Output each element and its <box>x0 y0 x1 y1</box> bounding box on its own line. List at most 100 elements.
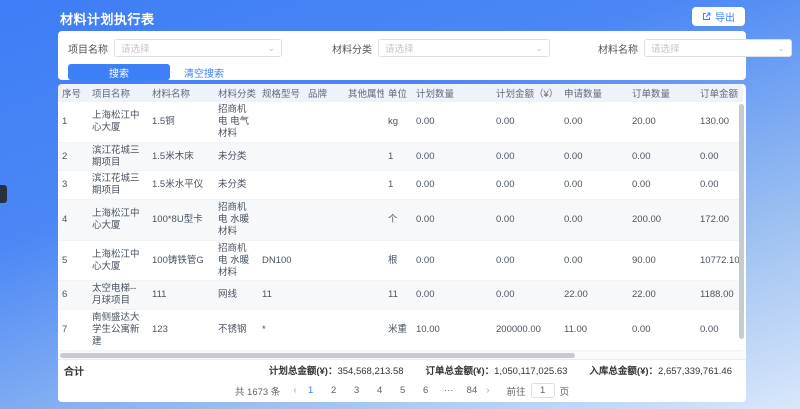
table-cell <box>344 281 384 310</box>
horizontal-scrollbar[interactable] <box>60 353 575 358</box>
table-cell: 22.00 <box>560 281 628 310</box>
table-cell: 6 <box>58 281 88 310</box>
table-cell: 10.00 <box>412 310 492 351</box>
project-name-placeholder: 请选择 <box>121 41 150 55</box>
sidebar-collapse-handle[interactable] <box>0 185 7 203</box>
column-header: 单位 <box>384 84 412 102</box>
clear-search-link[interactable]: 清空搜索 <box>184 65 224 80</box>
page-button[interactable]: 4 <box>375 385 385 396</box>
table-cell: 1 <box>58 102 88 142</box>
vertical-scrollbar[interactable] <box>739 104 744 339</box>
material-category-select[interactable]: 请选择 ⌄ <box>378 39 550 57</box>
project-name-select[interactable]: 请选择 ⌄ <box>114 39 282 57</box>
goto-label: 前往 <box>507 384 526 398</box>
table-cell: 个 <box>384 200 412 241</box>
table-cell: 0.00 <box>492 281 560 310</box>
table-cell <box>258 142 304 171</box>
column-header: 计划数量 <box>412 84 492 102</box>
table-cell: 130.00 <box>696 102 743 142</box>
table-cell: 5 <box>58 240 88 281</box>
summary-row: 合计 计划总金额(¥)：354,568,213.58订单总金额(¥)：1,050… <box>58 359 746 380</box>
goto-page-input[interactable] <box>531 383 555 398</box>
column-header: 规格型号 <box>258 84 304 102</box>
table-cell: 0.00 <box>696 310 743 351</box>
table-cell: 0.00 <box>560 240 628 281</box>
table-cell: 上海松江中心大厦 <box>88 200 148 241</box>
column-header: 其他属性 <box>344 84 384 102</box>
table-row: 2滨江花城三期项目1.5米木床未分类10.000.000.000.000.00 <box>58 142 743 171</box>
filter-material-label: 材料名称 <box>598 41 638 56</box>
table-cell: 0.00 <box>412 240 492 281</box>
table-cell: 100铸铁管G <box>148 240 214 281</box>
table-row: 5上海松江中心大厦100铸铁管G招商机电 水暖材料DN100根0.000.000… <box>58 240 743 281</box>
table-cell: 90.00 <box>628 240 696 281</box>
materials-table: 序号项目名称材料名称材料分类规格型号品牌其他属性单位计划数量计划金额（¥）申请数… <box>58 84 743 352</box>
table-cell: 0.00 <box>492 142 560 171</box>
page-button[interactable]: 6 <box>421 385 431 396</box>
filter-category-label: 材料分类 <box>332 41 372 56</box>
previous-page-button[interactable]: ‹ <box>293 385 296 396</box>
material-name-select[interactable]: 请选择 ⌄ <box>644 39 792 57</box>
more-pages-button[interactable]: ··· <box>444 385 454 396</box>
page-button[interactable]: 2 <box>329 385 339 396</box>
table-cell: 0.00 <box>560 102 628 142</box>
table-cell: 200.00 <box>628 200 696 241</box>
table-cell: 200000.00 <box>492 310 560 351</box>
chevron-down-icon: ⌄ <box>777 44 785 53</box>
table-cell: 0.00 <box>412 200 492 241</box>
export-button[interactable]: 导出 <box>692 7 745 26</box>
table-cell: 10772.10 <box>696 240 743 281</box>
table-cell: 0.00 <box>560 200 628 241</box>
pagination: 共 1673 条 ‹ 1 2 3 4 5 6 ··· 84 › 前往 页 <box>58 380 746 401</box>
table-cell <box>304 200 344 241</box>
table-cell: 上海松江中心大厦 <box>88 240 148 281</box>
table-cell: kg <box>384 102 412 142</box>
table-cell: 南侧盛达大学生公寓新建 <box>88 310 148 351</box>
search-button[interactable]: 搜索 <box>68 64 170 80</box>
material-category-placeholder: 请选择 <box>385 41 414 55</box>
column-header: 材料分类 <box>214 84 258 102</box>
next-page-button[interactable]: › <box>486 385 489 396</box>
table-cell: 未分类 <box>214 142 258 171</box>
table-cell: 招商机电 水暖材料 <box>214 200 258 241</box>
table-cell: 招商机电 电气材料 <box>214 102 258 142</box>
goto-suffix: 页 <box>560 384 570 398</box>
column-header: 序号 <box>58 84 88 102</box>
table-cell: 1.5米木床 <box>148 142 214 171</box>
table-cell: 0.00 <box>492 240 560 281</box>
table-cell: 0.00 <box>696 142 743 171</box>
table-cell: 1 <box>384 171 412 200</box>
column-header: 申请数量 <box>560 84 628 102</box>
table-cell: 1.5铜 <box>148 102 214 142</box>
filter-category: 材料分类 请选择 ⌄ <box>332 39 550 57</box>
chevron-down-icon: ⌄ <box>535 44 543 53</box>
table-cell: 7 <box>58 310 88 351</box>
table-cell: 0.00 <box>492 171 560 200</box>
table-cell: 0.00 <box>492 200 560 241</box>
table-cell <box>304 171 344 200</box>
page-button[interactable]: 1 <box>306 385 316 396</box>
column-header: 项目名称 <box>88 84 148 102</box>
table-cell: 1188.00 <box>696 281 743 310</box>
table-cell <box>304 142 344 171</box>
table-cell: 111 <box>148 281 214 310</box>
page-button[interactable]: 3 <box>352 385 362 396</box>
table-cell: 网线 <box>214 281 258 310</box>
table-row: 6太空电梯--月球项目111网线11110.000.0022.0022.0011… <box>58 281 743 310</box>
column-header: 订单金额（¥） <box>696 84 743 102</box>
filter-project: 项目名称 请选择 ⌄ <box>68 39 282 57</box>
table-cell: 0.00 <box>412 281 492 310</box>
results-panel: 序号项目名称材料名称材料分类规格型号品牌其他属性单位计划数量计划金额（¥）申请数… <box>58 84 746 402</box>
table-cell: 1 <box>384 142 412 171</box>
table-container: 序号项目名称材料名称材料分类规格型号品牌其他属性单位计划数量计划金额（¥）申请数… <box>58 84 746 352</box>
table-row: 1上海松江中心大厦1.5铜招商机电 电气材料kg0.000.000.0020.0… <box>58 102 743 142</box>
table-cell: 2 <box>58 142 88 171</box>
page-button[interactable]: 5 <box>398 385 408 396</box>
pagination-total: 共 1673 条 <box>235 384 280 398</box>
table-cell: 0.00 <box>412 142 492 171</box>
table-cell <box>258 102 304 142</box>
table-cell: 0.00 <box>492 102 560 142</box>
chevron-down-icon: ⌄ <box>267 44 275 53</box>
table-cell <box>344 171 384 200</box>
page-button[interactable]: 84 <box>467 385 478 396</box>
